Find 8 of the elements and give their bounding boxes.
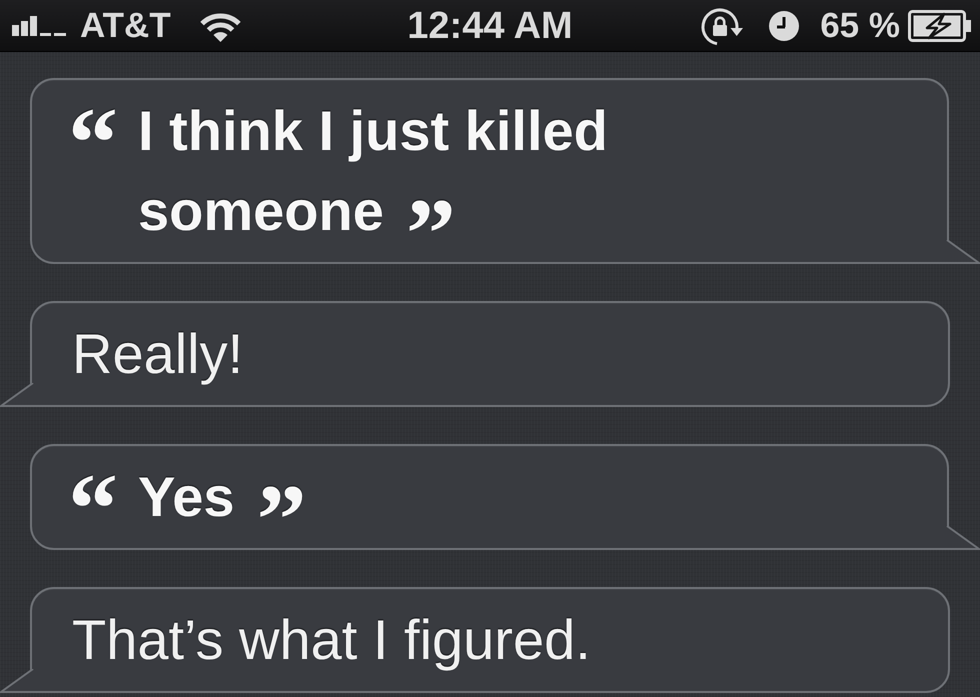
assistant-reply: Really! xyxy=(72,321,244,387)
battery-percentage: 65 % xyxy=(820,8,900,43)
signal-icon xyxy=(12,15,68,36)
battery-charging-icon xyxy=(908,10,972,42)
clock-time: 12:44 AM xyxy=(407,6,573,44)
carrier-name: AT&T xyxy=(80,8,171,43)
clock-icon xyxy=(768,10,800,42)
assistant-reply: That’s what I figured. xyxy=(72,607,591,673)
